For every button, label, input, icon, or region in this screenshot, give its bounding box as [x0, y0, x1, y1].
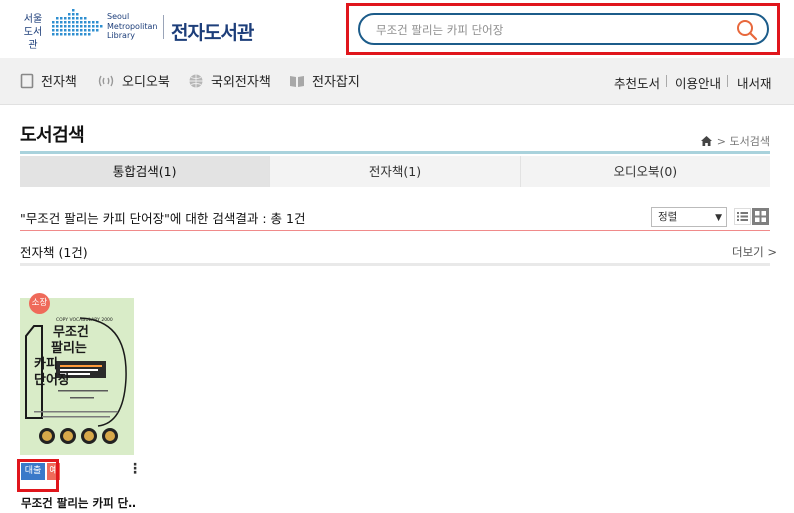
search-icon[interactable]: [735, 18, 759, 42]
logo-english-line1: Seoul: [107, 12, 130, 21]
grid-view-button[interactable]: [752, 208, 769, 225]
nav-audiobook[interactable]: 오디오북: [97, 71, 170, 90]
logo-divider: [163, 15, 164, 39]
breadcrumb: > 도서검색: [700, 133, 770, 149]
logo-dots-icon: [52, 9, 103, 36]
book-cover-art: COPY VOCABULARY 2000 무조건 팔리는 카피 단어장: [20, 298, 134, 455]
library-logo[interactable]: 서울 도서관 Seoul Metropolitan Library 전자도서관: [20, 9, 260, 52]
book-title[interactable]: 무조건 팔리는 카피 단…: [21, 495, 135, 511]
nav-divider: [727, 75, 728, 87]
logo-korean-line1: 서울: [23, 14, 43, 25]
cover-title-line3: 카피: [34, 357, 58, 372]
nav-foreign-ebook[interactable]: 국외전자책: [188, 71, 271, 90]
book-cover[interactable]: COPY VOCABULARY 2000 무조건 팔리는 카피 단어장: [20, 298, 134, 455]
search-tabs: 통합검색(1) 전자책(1) 오디오북(0): [20, 156, 770, 187]
nav-foreign-ebook-label: 국외전자책: [211, 75, 271, 90]
grid-view-icon: [755, 211, 766, 222]
title-underline: [20, 151, 770, 154]
logo-english: Seoul Metropolitan Library: [107, 12, 158, 41]
loan-highlight-box: [17, 459, 59, 492]
home-icon[interactable]: [700, 136, 712, 146]
magazine-icon: [290, 75, 304, 87]
site-title: 전자도서관: [171, 22, 254, 44]
tab-integrated[interactable]: 통합검색(1): [20, 156, 271, 187]
owned-badge: 소장: [29, 293, 50, 314]
nav-guide[interactable]: 이용안내: [675, 73, 721, 92]
result-divider: [20, 230, 770, 231]
sort-selected: 정렬: [658, 211, 678, 223]
nav-ebook-label: 전자책: [41, 75, 77, 90]
sort-dropdown[interactable]: 정렬 ▼: [651, 207, 727, 227]
result-summary: "무조건 팔리는 카피 단어장"에 대한 검색결과 : 총 1건: [20, 211, 306, 226]
cover-title-line2: 팔리는: [51, 340, 87, 356]
logo-korean-line2: 도서관: [23, 27, 43, 51]
list-view-button[interactable]: [734, 208, 751, 225]
nav-audiobook-label: 오디오북: [122, 75, 170, 90]
logo-english-line3: Library: [107, 31, 135, 40]
breadcrumb-current: > 도서검색: [716, 135, 770, 148]
tab-ebook[interactable]: 전자책(1): [270, 156, 521, 187]
logo-korean: 서울 도서관: [20, 13, 46, 52]
chevron-down-icon: ▼: [715, 213, 722, 223]
nav-emagazine[interactable]: 전자잡지: [289, 71, 360, 90]
cover-subtitle: COPY VOCABULARY 2000: [56, 317, 113, 323]
nav-my-library[interactable]: 내서재: [737, 73, 772, 92]
audio-icon: [98, 75, 114, 86]
nav-emagazine-label: 전자잡지: [312, 75, 360, 90]
nav-divider: [666, 75, 667, 87]
main-nav: 전자책 오디오북 국외전자책 전자잡지 추천도서 이용안내 내서재: [0, 58, 794, 105]
ebook-icon: [20, 73, 34, 88]
section-title-ebook: 전자책 (1건): [20, 245, 88, 260]
header: 서울 도서관 Seoul Metropolitan Library 전자도서관: [0, 0, 794, 58]
cover-title-line1: 무조건: [53, 324, 89, 340]
more-link[interactable]: 더보기 >: [732, 244, 777, 260]
list-view-icon: [737, 212, 748, 221]
search-input[interactable]: [376, 21, 716, 39]
more-options-icon[interactable]: ⋮: [128, 461, 142, 477]
page-title: 도서검색: [20, 125, 85, 146]
section-divider: [20, 263, 770, 266]
tab-audiobook[interactable]: 오디오북(0): [520, 156, 770, 187]
cover-title-line4: 단어장: [34, 372, 70, 388]
globe-icon: [189, 74, 203, 87]
nav-recommended[interactable]: 추천도서: [614, 73, 660, 92]
logo-english-line2: Metropolitan: [107, 21, 158, 31]
nav-ebook[interactable]: 전자책: [20, 71, 77, 90]
search-bar: [358, 13, 769, 45]
